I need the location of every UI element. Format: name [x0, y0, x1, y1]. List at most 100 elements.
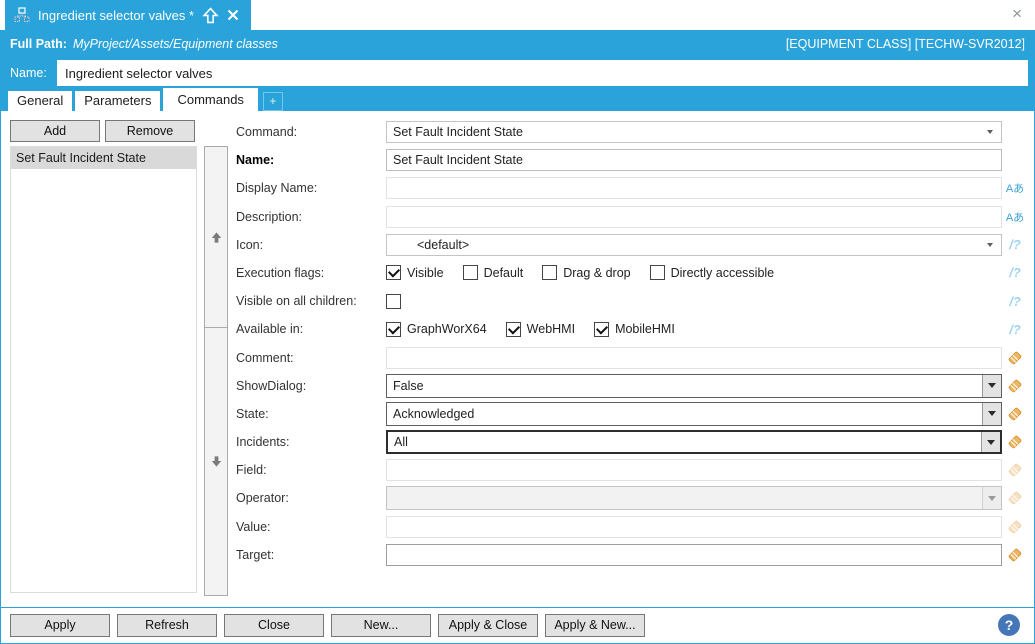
move-up-button[interactable] — [204, 146, 228, 328]
tag-icon[interactable] — [1007, 350, 1023, 366]
tag-icon[interactable] — [1007, 406, 1023, 422]
state-dropdown[interactable]: Acknowledged — [386, 402, 1002, 426]
incidents-row: Incidents: All — [236, 431, 1028, 453]
refresh-button[interactable]: Refresh — [117, 614, 217, 637]
available-in-label: Available in: — [236, 322, 386, 336]
apply-close-button[interactable]: Apply & Close — [438, 614, 538, 637]
arrow-down-icon — [209, 454, 224, 469]
list-item[interactable]: Set Fault Incident State — [11, 147, 196, 169]
showdialog-dropdown[interactable]: False — [386, 374, 1002, 398]
icon-dropdown[interactable]: <default> — [386, 234, 1002, 256]
remove-button[interactable]: Remove — [105, 120, 195, 142]
incidents-label: Incidents: — [236, 435, 386, 449]
checkbox-visible-on-all-children[interactable] — [386, 294, 401, 309]
commands-list[interactable]: Set Fault Incident State — [10, 146, 197, 593]
showdialog-label: ShowDialog: — [236, 379, 386, 393]
available-in-row: Available in: GraphWorX64 WebHMI MobileH… — [236, 318, 1028, 340]
checkbox-webhmi[interactable] — [506, 322, 521, 337]
checkbox-visible[interactable] — [386, 265, 401, 280]
dropdown-button — [982, 487, 1001, 509]
target-row: Target: — [236, 544, 1028, 566]
description-row: Description: Aあ — [236, 206, 1028, 228]
tag-icon — [1007, 519, 1023, 535]
comment-input[interactable] — [386, 347, 1002, 369]
document-tab-strip: Ingredient selector valves * × — [0, 0, 1035, 30]
tab-general[interactable]: General — [8, 91, 72, 111]
global-alias-icon[interactable]: /? — [1009, 265, 1021, 280]
tag-icon[interactable] — [1007, 434, 1023, 450]
page-tabs: General Parameters Commands + — [0, 88, 1035, 111]
description-label: Description: — [236, 210, 386, 224]
localization-icon[interactable]: Aあ — [1006, 209, 1024, 225]
tab-parameters[interactable]: Parameters — [75, 91, 160, 111]
incidents-dropdown[interactable]: All — [386, 430, 1002, 454]
state-row: State: Acknowledged — [236, 403, 1028, 425]
execution-flags-label: Execution flags: — [236, 266, 386, 280]
operator-dropdown — [386, 486, 1002, 510]
value-input[interactable] — [386, 516, 1002, 538]
checkbox-default[interactable] — [463, 265, 478, 280]
checkbox-directly-accessible[interactable] — [650, 265, 665, 280]
promote-up-icon[interactable] — [202, 7, 219, 24]
value-row: Value: — [236, 516, 1028, 538]
visible-on-all-children-row: Visible on all children: /? — [236, 290, 1028, 312]
comment-row: Comment: — [236, 347, 1028, 369]
name-input[interactable] — [57, 60, 1028, 86]
display-name-input[interactable] — [386, 177, 1002, 199]
checkbox-drag-drop[interactable] — [542, 265, 557, 280]
tab-add-plus[interactable]: + — [263, 92, 283, 111]
tag-icon — [1007, 462, 1023, 478]
command-dropdown[interactable]: Set Fault Incident State — [386, 121, 1002, 143]
dropdown-button[interactable] — [982, 403, 1001, 425]
checkbox-mobilehmi[interactable] — [594, 322, 609, 337]
tab-commands[interactable]: Commands — [163, 88, 257, 111]
value-label: Value: — [236, 520, 386, 534]
dropdown-button[interactable] — [981, 432, 1000, 452]
document-tab[interactable]: Ingredient selector valves * — [5, 0, 251, 30]
showdialog-row: ShowDialog: False — [236, 375, 1028, 397]
chevron-down-icon — [987, 130, 993, 134]
apply-new-button[interactable]: Apply & New... — [545, 614, 645, 637]
equipment-class-icon — [14, 7, 30, 23]
execution-flags-row: Execution flags: Visible Default Drag & … — [236, 262, 1028, 284]
arrow-up-icon — [209, 230, 224, 245]
field-input[interactable] — [386, 459, 1002, 481]
apply-button[interactable]: Apply — [10, 614, 110, 637]
tag-icon — [1007, 490, 1023, 506]
new-button[interactable]: New... — [331, 614, 431, 637]
global-alias-icon[interactable]: /? — [1009, 294, 1021, 309]
help-button[interactable]: ? — [998, 614, 1020, 636]
checkbox-graphworx64[interactable] — [386, 322, 401, 337]
move-down-button[interactable] — [204, 328, 228, 596]
command-name-input[interactable] — [386, 149, 1002, 171]
operator-label: Operator: — [236, 491, 386, 505]
icon-row: Icon: <default> /? — [236, 234, 1028, 256]
close-button[interactable]: Close — [224, 614, 324, 637]
dropdown-button[interactable] — [982, 375, 1001, 397]
localization-icon[interactable]: Aあ — [1006, 180, 1024, 196]
full-path-label: Full Path: — [10, 37, 67, 51]
state-label: State: — [236, 407, 386, 421]
tab-close-icon[interactable] — [227, 9, 239, 21]
description-input[interactable] — [386, 206, 1002, 228]
full-path-value: MyProject/Assets/Equipment classes — [73, 37, 278, 51]
target-input[interactable] — [386, 544, 1002, 566]
target-label: Target: — [236, 548, 386, 562]
tag-icon[interactable] — [1007, 547, 1023, 563]
field-label: Field: — [236, 463, 386, 477]
add-button[interactable]: Add — [10, 120, 100, 142]
global-alias-icon[interactable]: /? — [1009, 322, 1021, 337]
visible-on-all-children-label: Visible on all children: — [236, 294, 386, 308]
command-row: Command: Set Fault Incident State — [236, 121, 1028, 143]
command-label: Command: — [236, 125, 386, 139]
header: Full Path: MyProject/Assets/Equipment cl… — [0, 30, 1035, 88]
command-form: Command: Set Fault Incident State Name: — [228, 111, 1034, 607]
display-name-row: Display Name: Aあ — [236, 177, 1028, 199]
tag-icon[interactable] — [1007, 378, 1023, 394]
global-alias-icon[interactable]: /? — [1009, 237, 1021, 252]
command-name-label: Name: — [236, 153, 386, 167]
commands-list-panel: Add Remove Set Fault Incident State — [1, 111, 198, 607]
icon-label: Icon: — [236, 238, 386, 252]
window-close-icon[interactable]: × — [1012, 3, 1022, 25]
comment-label: Comment: — [236, 351, 386, 365]
